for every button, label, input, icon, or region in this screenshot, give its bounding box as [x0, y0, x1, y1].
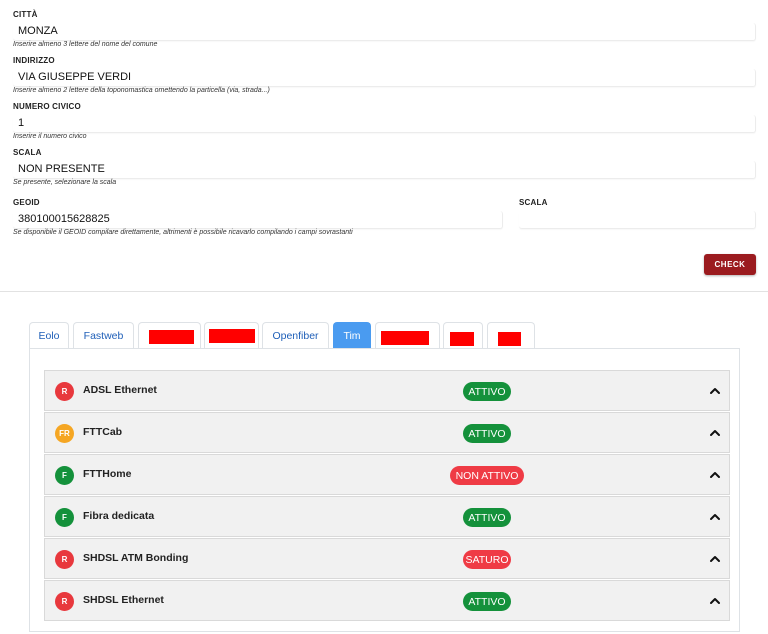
citta-label: CITTÀ — [13, 10, 38, 19]
chevron-up-icon[interactable] — [708, 510, 722, 524]
tab-fastweb[interactable]: Fastweb — [73, 322, 134, 349]
service-row[interactable]: R ADSL Ethernet ATTIVO — [44, 370, 730, 411]
geoid-input[interactable]: 380100015628825 — [13, 211, 503, 229]
service-name: SHDSL Ethernet — [83, 594, 164, 606]
scala-label: SCALA — [13, 148, 42, 157]
chevron-up-icon[interactable] — [708, 426, 722, 440]
scala-hint: Se presente, selezionare la scala — [13, 179, 117, 186]
tab-openfiber[interactable]: Openfiber — [262, 322, 329, 349]
chevron-up-icon[interactable] — [708, 384, 722, 398]
technology-icon: FR — [55, 424, 74, 443]
redaction-block — [450, 332, 474, 346]
section-divider — [0, 291, 768, 292]
technology-icon: R — [55, 550, 74, 569]
technology-icon: F — [55, 466, 74, 485]
tab-redacted-4[interactable] — [443, 322, 483, 349]
tab-label: Tim — [343, 330, 361, 342]
scala2-label: SCALA — [519, 198, 548, 207]
tab-redacted-1[interactable] — [138, 322, 201, 349]
tab-eolo[interactable]: Eolo — [29, 322, 69, 349]
tab-tim[interactable]: Tim — [333, 322, 371, 349]
service-name: Fibra dedicata — [83, 510, 155, 522]
chevron-up-icon[interactable] — [708, 552, 722, 566]
geoid-label: GEOID — [13, 198, 40, 207]
tab-label: Eolo — [38, 330, 60, 342]
indirizzo-hint: Inserire almeno 2 lettere della toponoma… — [13, 87, 270, 94]
tab-redacted-3[interactable] — [375, 322, 440, 349]
indirizzo-label: INDIRIZZO — [13, 56, 55, 65]
service-row[interactable]: R SHDSL ATM Bonding SATURO — [44, 538, 730, 579]
civico-label: NUMERO CIVICO — [13, 102, 81, 111]
chevron-up-icon[interactable] — [708, 468, 722, 482]
status-badge: ATTIVO — [463, 508, 511, 527]
citta-hint: Inserire almeno 3 lettere del nome del c… — [13, 41, 158, 48]
tab-label: Openfiber — [272, 330, 319, 342]
redaction-block — [209, 329, 255, 343]
status-badge: ATTIVO — [463, 424, 511, 443]
redaction-block — [381, 331, 429, 345]
service-name: FTTCab — [83, 426, 123, 438]
tab-redacted-5[interactable] — [487, 322, 535, 349]
technology-icon: R — [55, 382, 74, 401]
service-name: FTTHome — [83, 468, 132, 480]
chevron-up-icon[interactable] — [708, 594, 722, 608]
service-row[interactable]: R SHDSL Ethernet ATTIVO — [44, 580, 730, 621]
service-row[interactable]: F FTTHome NON ATTIVO — [44, 454, 730, 495]
indirizzo-input[interactable]: VIA GIUSEPPE VERDI — [13, 69, 756, 87]
check-button[interactable]: CHECK — [704, 254, 756, 275]
technology-icon: R — [55, 592, 74, 611]
status-badge: ATTIVO — [463, 592, 511, 611]
status-badge: SATURO — [463, 550, 511, 569]
scala2-select[interactable] — [519, 211, 756, 229]
technology-icon: F — [55, 508, 74, 527]
citta-input[interactable]: MONZA — [13, 23, 756, 41]
civico-hint: Inserire il numero civico — [13, 133, 87, 140]
tab-label: Fastweb — [83, 330, 124, 342]
scala-select[interactable]: NON PRESENTE — [13, 161, 756, 179]
tab-redacted-2[interactable] — [204, 322, 259, 349]
civico-input[interactable]: 1 — [13, 115, 756, 133]
status-badge: NON ATTIVO — [450, 466, 524, 485]
redaction-block — [149, 330, 194, 344]
status-badge: ATTIVO — [463, 382, 511, 401]
service-name: ADSL Ethernet — [83, 384, 157, 396]
geoid-hint: Se disponibile il GEOID compilare dirett… — [13, 229, 353, 236]
service-name: SHDSL ATM Bonding — [83, 552, 189, 564]
service-row[interactable]: F Fibra dedicata ATTIVO — [44, 496, 730, 537]
redaction-block — [498, 332, 521, 346]
service-row[interactable]: FR FTTCab ATTIVO — [44, 412, 730, 453]
